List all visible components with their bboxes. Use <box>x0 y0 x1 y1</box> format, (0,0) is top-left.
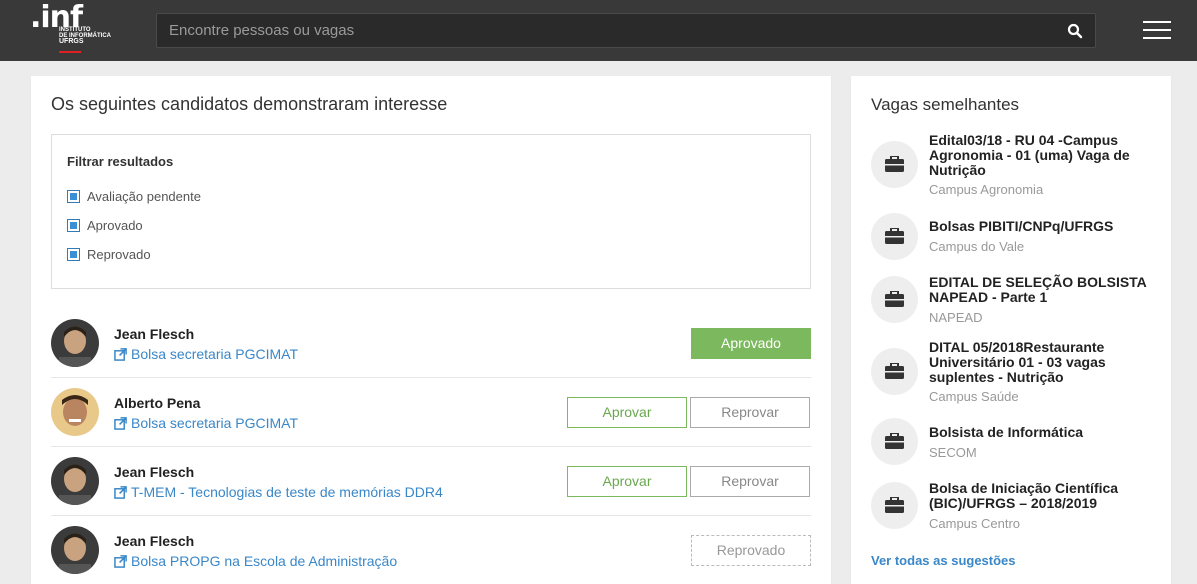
checkbox-checked-icon[interactable] <box>67 247 80 261</box>
filter-title: Filtrar resultados <box>67 154 174 169</box>
approve-button[interactable]: Aprovar <box>567 397 687 428</box>
filter-checkbox-rejected[interactable]: Reprovado <box>67 245 151 263</box>
job-link[interactable]: Bolsa secretaria PGCIMAT <box>114 346 298 362</box>
briefcase-icon <box>871 276 918 323</box>
candidate-name[interactable]: Alberto Pena <box>114 395 200 411</box>
job-link[interactable]: T-MEM - Tecnologias de teste de memórias… <box>114 484 443 500</box>
similar-job-item[interactable]: Edital03/18 - RU 04 -Campus Agronomia - … <box>871 132 1161 197</box>
similar-job-location: Campus Agronomia <box>929 182 1044 197</box>
reject-button[interactable]: Reprovar <box>690 466 810 497</box>
similar-job-location: Campus do Vale <box>929 239 1025 254</box>
external-link-icon <box>114 416 127 430</box>
avatar[interactable] <box>51 319 99 367</box>
similar-job-item[interactable]: Bolsa de Iniciação Científica (BIC)/UFRG… <box>871 481 1161 531</box>
similar-job-title: DITAL 05/2018Restaurante Universitário 0… <box>929 339 1106 385</box>
external-link-icon <box>114 347 127 361</box>
see-all-suggestions-link[interactable]: Ver todas as sugestões <box>871 553 1016 568</box>
similar-job-item[interactable]: EDITAL DE SELEÇÃO BOLSISTA NAPEAD - Part… <box>871 275 1161 325</box>
candidate-name[interactable]: Jean Flesch <box>114 464 194 480</box>
avatar[interactable] <box>51 388 99 436</box>
similar-job-location: SECOM <box>929 445 977 460</box>
rejected-status-button[interactable]: Reprovado <box>691 535 811 566</box>
job-link-label: Bolsa secretaria PGCIMAT <box>131 415 299 431</box>
candidate-row: Alberto Pena Bolsa secretaria PGCIMAT Ap… <box>51 378 811 447</box>
external-link-icon <box>114 485 127 499</box>
job-link-label: Bolsa PROPG na Escola de Administração <box>131 553 398 569</box>
top-navbar: .inf INSTITUTO DE INFORMÁTICA UFRGS <box>0 0 1197 61</box>
filter-box: Filtrar resultados Avaliação pendente Ap… <box>51 134 811 289</box>
candidate-row: Jean Flesch T-MEM - Tecnologias de teste… <box>51 447 811 516</box>
similar-job-location: Campus Centro <box>929 516 1021 531</box>
avatar[interactable] <box>51 526 99 574</box>
briefcase-icon <box>871 141 918 188</box>
candidate-name[interactable]: Jean Flesch <box>114 533 194 549</box>
job-link-label: T-MEM - Tecnologias de teste de memórias… <box>131 484 443 500</box>
reject-button[interactable]: Reprovar <box>690 397 810 428</box>
briefcase-icon <box>871 213 918 260</box>
candidate-name[interactable]: Jean Flesch <box>114 326 194 342</box>
checkbox-checked-icon[interactable] <box>67 218 80 232</box>
hamburger-menu-icon[interactable] <box>1143 21 1171 41</box>
similar-job-title: Bolsa de Iniciação Científica (BIC)/UFRG… <box>929 480 1119 511</box>
similar-job-location: NAPEAD <box>929 310 983 325</box>
inf-ufrgs-logo[interactable]: .inf INSTITUTO DE INFORMÁTICA UFRGS <box>30 0 120 54</box>
candidate-row: Jean Flesch Bolsa PROPG na Escola de Adm… <box>51 516 811 584</box>
similar-job-item[interactable]: DITAL 05/2018Restaurante Universitário 0… <box>871 339 1161 404</box>
logo-line-3: UFRGS <box>59 38 84 45</box>
similar-job-title: Edital03/18 - RU 04 -Campus Agronomia - … <box>929 132 1130 178</box>
filter-checkbox-approved[interactable]: Aprovado <box>67 216 143 234</box>
external-link-icon <box>114 554 127 568</box>
approved-status-button[interactable]: Aprovado <box>691 328 811 359</box>
logo-underline <box>59 51 81 53</box>
briefcase-icon <box>871 348 918 395</box>
filter-label-rejected: Reprovado <box>87 246 151 262</box>
job-link[interactable]: Bolsa PROPG na Escola de Administração <box>114 553 397 569</box>
briefcase-icon <box>871 482 918 529</box>
filter-checkbox-pending[interactable]: Avaliação pendente <box>67 187 201 205</box>
similar-job-title: Bolsas PIBITI/CNPq/UFRGS <box>929 218 1114 234</box>
filter-label-pending: Avaliação pendente <box>87 188 201 204</box>
sidebar-title: Vagas semelhantes <box>871 95 1020 114</box>
checkbox-checked-icon[interactable] <box>67 189 80 203</box>
search-bar <box>156 13 1096 48</box>
avatar[interactable] <box>51 457 99 505</box>
candidate-row: Jean Flesch Bolsa secretaria PGCIMAT Apr… <box>51 309 811 378</box>
similar-job-location: Campus Saúde <box>929 389 1019 404</box>
similar-job-title: EDITAL DE SELEÇÃO BOLSISTA NAPEAD - Part… <box>929 274 1147 305</box>
approve-button[interactable]: Aprovar <box>567 466 687 497</box>
similar-jobs-panel: Vagas semelhantes Edital03/18 - RU 04 -C… <box>851 76 1171 584</box>
briefcase-icon <box>871 418 918 465</box>
job-link[interactable]: Bolsa secretaria PGCIMAT <box>114 415 298 431</box>
page-title: Os seguintes candidatos demonstraram int… <box>51 94 448 114</box>
candidates-panel: Os seguintes candidatos demonstraram int… <box>31 76 831 584</box>
similar-job-item[interactable]: Bolsas PIBITI/CNPq/UFRGS Campus do Vale <box>871 213 1161 269</box>
job-link-label: Bolsa secretaria PGCIMAT <box>131 346 299 362</box>
similar-job-item[interactable]: Bolsista de Informática SECOM <box>871 418 1161 467</box>
search-icon[interactable] <box>1067 23 1083 39</box>
search-input[interactable] <box>157 14 1047 47</box>
similar-job-title: Bolsista de Informática <box>929 424 1084 440</box>
filter-label-approved: Aprovado <box>87 217 143 233</box>
